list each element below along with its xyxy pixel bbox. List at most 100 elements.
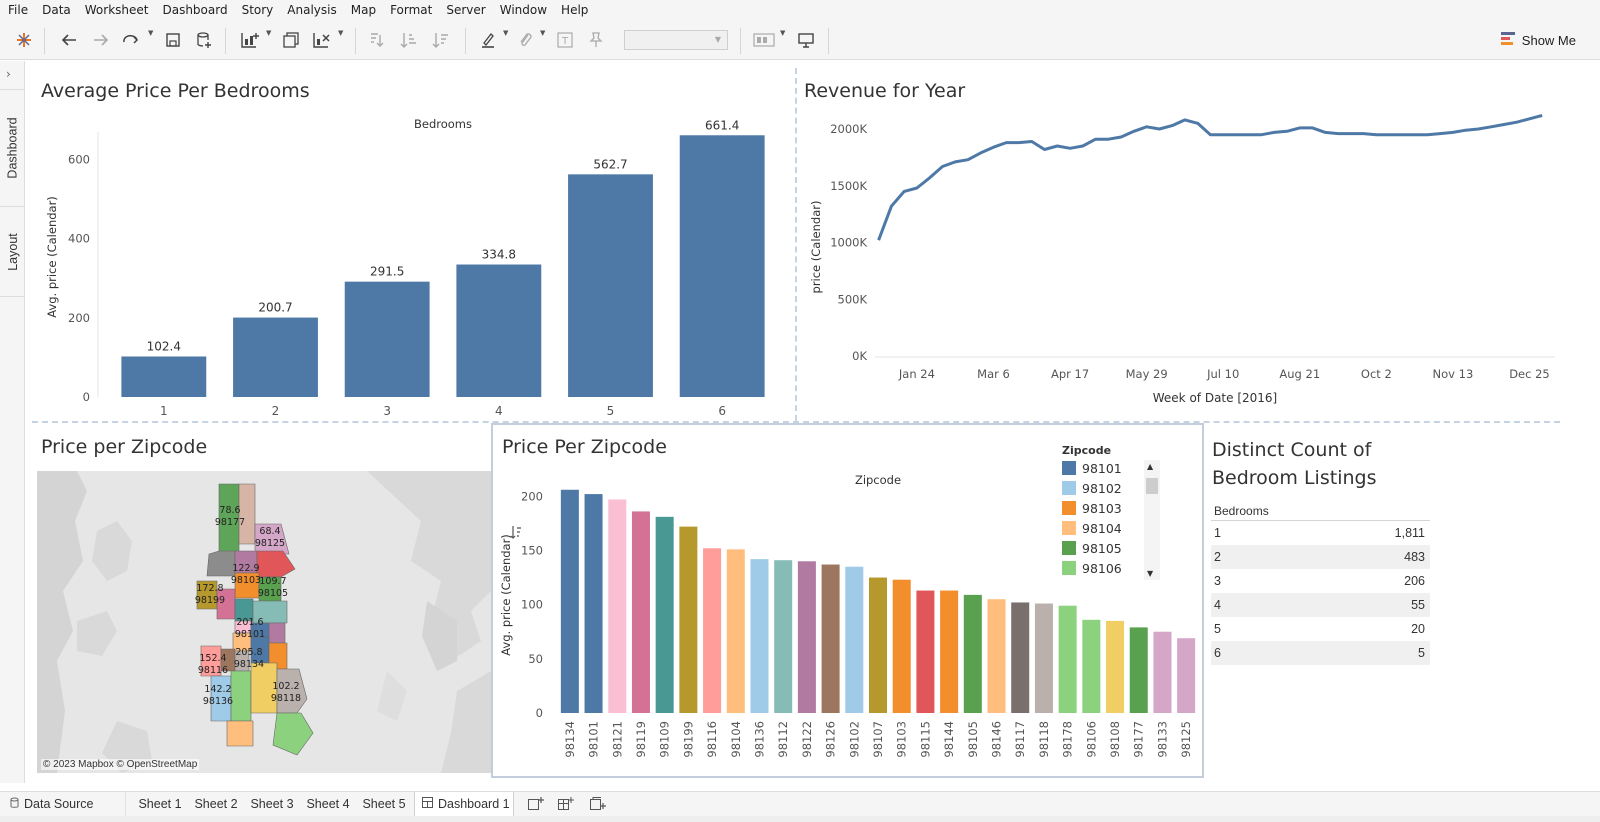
bar-value-label: 291.5 <box>370 265 404 279</box>
map-label-price: 109.7 <box>259 576 287 587</box>
scroll-down-icon[interactable]: ▼ <box>1147 569 1153 578</box>
legend-label: 98101 <box>1082 460 1122 476</box>
label-icon[interactable]: T <box>554 29 576 51</box>
table-header-bedrooms: Bedrooms <box>1211 504 1430 521</box>
map-label: 102.2 98118 <box>266 681 306 705</box>
map-label: 201.6 98101 <box>230 617 270 641</box>
clear-sheet-icon[interactable] <box>311 29 333 51</box>
y-tick-label: 0K <box>852 349 867 363</box>
duplicate-sheet-icon[interactable] <box>280 29 302 51</box>
tableau-logo-icon[interactable] <box>14 29 34 51</box>
table-cell-count: 55 <box>1411 598 1425 612</box>
distinct-count-title: Distinct Count of Bedroom Listings <box>1212 436 1376 492</box>
menu-item-format[interactable]: Format <box>383 3 439 17</box>
tab-sheet-1[interactable]: Sheet 1 <box>134 792 186 816</box>
x-tick-label: 98107 <box>871 721 885 758</box>
legend-swatch <box>1062 461 1076 475</box>
new-worksheet-tab-icon[interactable] <box>524 792 548 816</box>
undo-icon[interactable] <box>58 29 80 51</box>
tab-dashboard-1[interactable]: Dashboard 1 <box>414 792 514 816</box>
map-label: 109.7 98105 <box>253 576 293 600</box>
sort-descending-icon[interactable] <box>430 29 452 51</box>
menu-item-file[interactable]: File <box>0 3 35 17</box>
presentation-icon[interactable] <box>795 29 817 51</box>
map-label-price: 102.2 <box>272 681 300 692</box>
legend-swatch <box>1062 481 1076 495</box>
zipcode-map[interactable]: 78.6 98177 68.4 98125 122.9 98103 109.7 98105 17… <box>37 471 491 773</box>
x-tick-label: 98118 <box>1037 721 1051 758</box>
avg-price-bedrooms-title: Average Price Per Bedrooms <box>41 80 310 102</box>
scroll-up-icon[interactable]: ▲ <box>1147 462 1153 471</box>
x-tick-label: Nov 13 <box>1433 367 1474 381</box>
new-datasource-icon[interactable] <box>193 29 215 51</box>
tab-sheet-3[interactable]: Sheet 3 <box>246 792 298 816</box>
tab-data-source[interactable]: Data Source <box>0 792 126 816</box>
group-icon[interactable] <box>514 29 536 51</box>
price-zip-title: Price Per Zipcode <box>502 436 667 458</box>
bar <box>121 356 207 397</box>
bar <box>344 281 430 397</box>
menu-item-map[interactable]: Map <box>344 3 383 17</box>
map-label-zip: 98105 <box>257 588 289 599</box>
bar <box>608 499 627 713</box>
menu-item-help[interactable]: Help <box>554 3 595 17</box>
chart-header: Zipcode <box>855 473 901 487</box>
menu-item-story[interactable]: Story <box>235 3 281 17</box>
scroll-thumb[interactable] <box>1146 478 1158 494</box>
tab-sheet-5-label: Sheet 5 <box>362 797 406 811</box>
tab-layout[interactable]: Layout <box>0 207 25 297</box>
bar-value-label: 661.4 <box>705 118 739 132</box>
x-tick-label: Apr 17 <box>1051 367 1089 381</box>
bar-value-label: 334.8 <box>482 248 516 262</box>
x-tick-label: 98106 <box>1084 721 1098 758</box>
bar <box>233 317 318 397</box>
legend-scrollbar[interactable]: ▲ ▼ <box>1144 460 1160 580</box>
bar <box>1106 620 1125 713</box>
bar <box>456 264 542 397</box>
bar <box>1034 603 1053 713</box>
bar <box>679 526 698 713</box>
map-label: 172.8 98199 <box>190 583 230 607</box>
table-row: 65 <box>1211 641 1430 665</box>
bar <box>1177 638 1196 713</box>
expand-panel-icon[interactable]: › <box>6 67 11 81</box>
menu-item-dashboard[interactable]: Dashboard <box>155 3 234 17</box>
menu-item-data[interactable]: Data <box>35 3 78 17</box>
tab-sheet-2[interactable]: Sheet 2 <box>190 792 242 816</box>
bar <box>1082 619 1101 713</box>
map-label-zip: 98134 <box>233 659 265 670</box>
tab-dashboard[interactable]: Dashboard <box>0 89 25 207</box>
new-dashboard-tab-icon[interactable] <box>554 792 578 816</box>
sort-ascending-icon[interactable] <box>398 29 420 51</box>
menu-item-worksheet[interactable]: Worksheet <box>78 3 156 17</box>
menu-item-server[interactable]: Server <box>439 3 492 17</box>
map-label-zip: 98101 <box>234 629 266 640</box>
fit-dropdown[interactable]: ▼ <box>624 30 728 50</box>
save-icon[interactable] <box>162 29 184 51</box>
table-cell-bedrooms: 4 <box>1214 598 1221 612</box>
new-story-tab-icon[interactable] <box>586 792 610 816</box>
menu-item-analysis[interactable]: Analysis <box>280 3 343 17</box>
sort-icon[interactable] <box>510 524 522 543</box>
menu-item-window[interactable]: Window <box>493 3 554 17</box>
legend-label: 98103 <box>1082 500 1122 516</box>
highlight-icon[interactable] <box>477 29 499 51</box>
table-row: 5 20 <box>1211 617 1430 641</box>
legend-swatch <box>1062 521 1076 535</box>
show-me-button[interactable]: Show Me <box>1500 31 1576 50</box>
bar <box>726 549 745 713</box>
tab-sheet-5[interactable]: Sheet 5 <box>358 792 410 816</box>
pin-icon[interactable] <box>585 29 607 51</box>
new-worksheet-icon[interactable] <box>238 29 262 51</box>
status-bar <box>0 816 1600 822</box>
table-cell-bedrooms: 6 <box>1214 646 1221 660</box>
replay-icon[interactable] <box>120 29 142 51</box>
tab-sheet-4[interactable]: Sheet 4 <box>302 792 354 816</box>
swap-icon[interactable] <box>366 29 388 51</box>
redo-icon[interactable] <box>90 29 112 51</box>
x-tick-label: Dec 25 <box>1509 367 1550 381</box>
show-cards-icon[interactable] <box>752 29 776 51</box>
x-tick-label: 98103 <box>895 721 909 758</box>
avg-price-bedrooms-chart: Bedrooms Avg. price (Calendar) 0 200 400 600 1… <box>45 117 765 418</box>
table-cell-count: 483 <box>1404 550 1425 564</box>
